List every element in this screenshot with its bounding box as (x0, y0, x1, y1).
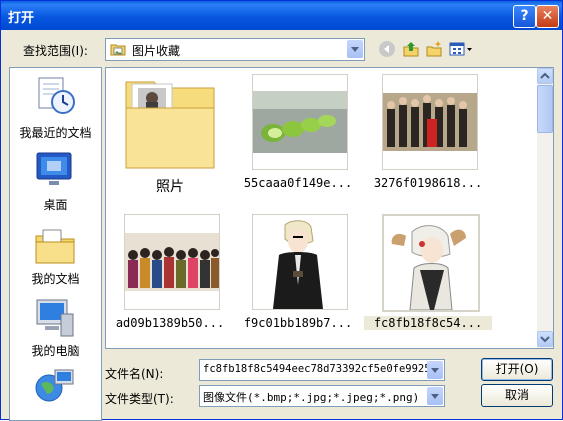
look-in-label: 查找范围(I): (23, 44, 88, 58)
image-thumbnail (382, 214, 480, 312)
close-button[interactable]: ✕ (536, 5, 559, 28)
new-folder-icon[interactable] (425, 40, 443, 58)
image-thumbnail (382, 74, 478, 170)
filetype-value: 图像文件(*.bmp;*.jpg;*.jpeg;*.png) (203, 391, 420, 404)
file-item-image[interactable]: 55caaa0f149e... (234, 74, 362, 208)
chevron-up-icon (540, 72, 550, 79)
back-icon[interactable] (378, 40, 396, 58)
file-name: 55caaa0f149e... (243, 176, 353, 190)
places-bar: 我最近的文档 桌面 我的文档 我的电脑 (9, 67, 102, 421)
vertical-scrollbar[interactable] (537, 68, 553, 348)
chevron-down-icon[interactable] (427, 387, 443, 405)
filetype-select[interactable]: 图像文件(*.bmp;*.jpg;*.jpeg;*.png) (199, 385, 445, 407)
file-name: fc8fb18f8c54... (364, 316, 492, 330)
file-item-image-selected[interactable]: fc8fb18f8c54... (364, 214, 492, 348)
file-name: ad09b1389b50... (115, 316, 225, 330)
filename-input[interactable]: fc8fb18f8c5494eec78d73392cf5e0fe99257 (203, 363, 437, 375)
place-label: 我的电脑 (31, 344, 80, 358)
views-menu-icon[interactable] (449, 40, 473, 58)
file-item-image[interactable]: ad09b1389b50... (106, 214, 234, 348)
window-title: 打开 (8, 11, 35, 26)
place-label: 桌面 (43, 198, 68, 212)
my-documents-icon (35, 229, 75, 264)
image-thumbnail (124, 214, 220, 310)
chevron-down-icon[interactable] (347, 40, 363, 58)
desktop-icon (36, 152, 72, 185)
scroll-thumb[interactable] (537, 85, 553, 133)
open-button[interactable]: 打开(O) (481, 358, 553, 381)
scroll-up-button[interactable] (537, 68, 553, 84)
network-places-icon (35, 369, 74, 402)
folder-icon (122, 74, 218, 170)
image-thumbnail (252, 214, 348, 310)
file-list-view[interactable]: 照片 55caaa0f149e... 3276f0198618... ad09b… (105, 67, 554, 349)
cancel-button[interactable]: 取消 (481, 384, 553, 407)
filename-combo[interactable]: fc8fb18f8c5494eec78d73392cf5e0fe99257 (199, 359, 445, 381)
filename-label: 文件名(N): (105, 367, 164, 381)
filetype-label: 文件类型(T): (105, 392, 174, 406)
place-label: 我最近的文档 (19, 126, 92, 140)
pictures-folder-icon (110, 44, 126, 56)
recent-documents-icon (38, 77, 75, 114)
title-bar[interactable]: 打开 ? ✕ (1, 1, 562, 30)
scroll-down-button[interactable] (537, 331, 553, 347)
chevron-down-icon[interactable] (427, 361, 443, 379)
file-name: 3276f0198618... (373, 176, 483, 190)
look-in-dropdown[interactable]: 图片收藏 (105, 38, 365, 61)
file-item-image[interactable]: 3276f0198618... (364, 74, 492, 208)
file-name: f9c01bb189b7... (243, 316, 353, 330)
my-computer-icon (36, 299, 74, 337)
file-item-image[interactable]: f9c01bb189b7... (234, 214, 362, 348)
up-folder-icon[interactable] (402, 40, 420, 58)
open-dialog: 打开 ? ✕ 查找范围(I): 图片收藏 我最近的文档 桌面 我的文档 我的电脑… (0, 0, 563, 421)
file-name: 照片 (156, 179, 184, 195)
file-item-folder[interactable]: 照片 (106, 74, 234, 208)
look-in-value: 图片收藏 (132, 44, 181, 58)
image-thumbnail (252, 74, 348, 170)
chevron-down-icon (540, 336, 550, 343)
help-button[interactable]: ? (513, 5, 536, 28)
place-label: 我的文档 (31, 272, 80, 286)
